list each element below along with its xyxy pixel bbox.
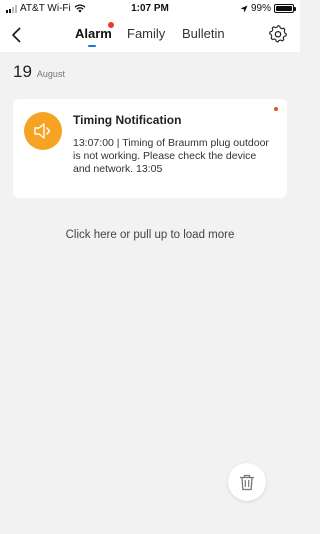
- status-bar: AT&T Wi-Fi 1:07 PM 99%: [0, 0, 300, 18]
- battery-icon: [274, 4, 296, 13]
- nav-bar: Alarm Family Bulletin: [0, 18, 300, 52]
- date-header: 19 August: [13, 62, 65, 82]
- date-month: August: [36, 69, 65, 79]
- tab-bar: Alarm Family Bulletin: [0, 18, 300, 52]
- tab-alarm[interactable]: Alarm: [75, 26, 112, 41]
- tab-family[interactable]: Family: [127, 26, 165, 41]
- gear-icon: [269, 25, 287, 43]
- notification-title: Timing Notification: [73, 113, 182, 127]
- settings-button[interactable]: [268, 24, 288, 44]
- trash-icon: [239, 474, 255, 490]
- notification-icon-badge: [24, 112, 62, 150]
- notification-body: 13:07:00 | Timing of Braumm plug outdoor…: [73, 137, 269, 175]
- load-more-link[interactable]: Click here or pull up to load more: [0, 229, 300, 241]
- unread-dot: [274, 107, 278, 111]
- active-tab-indicator: [88, 45, 96, 47]
- delete-button[interactable]: [228, 463, 266, 501]
- speaker-icon: [34, 123, 51, 139]
- battery-percent: 99%: [250, 3, 271, 14]
- tab-bulletin[interactable]: Bulletin: [182, 26, 225, 41]
- status-right: 99%: [240, 3, 296, 14]
- alarm-badge-dot: [108, 22, 114, 28]
- location-arrow-icon: [240, 5, 248, 12]
- date-day: 19: [13, 62, 32, 81]
- notification-card[interactable]: Timing Notification 13:07:00 | Timing of…: [13, 99, 287, 198]
